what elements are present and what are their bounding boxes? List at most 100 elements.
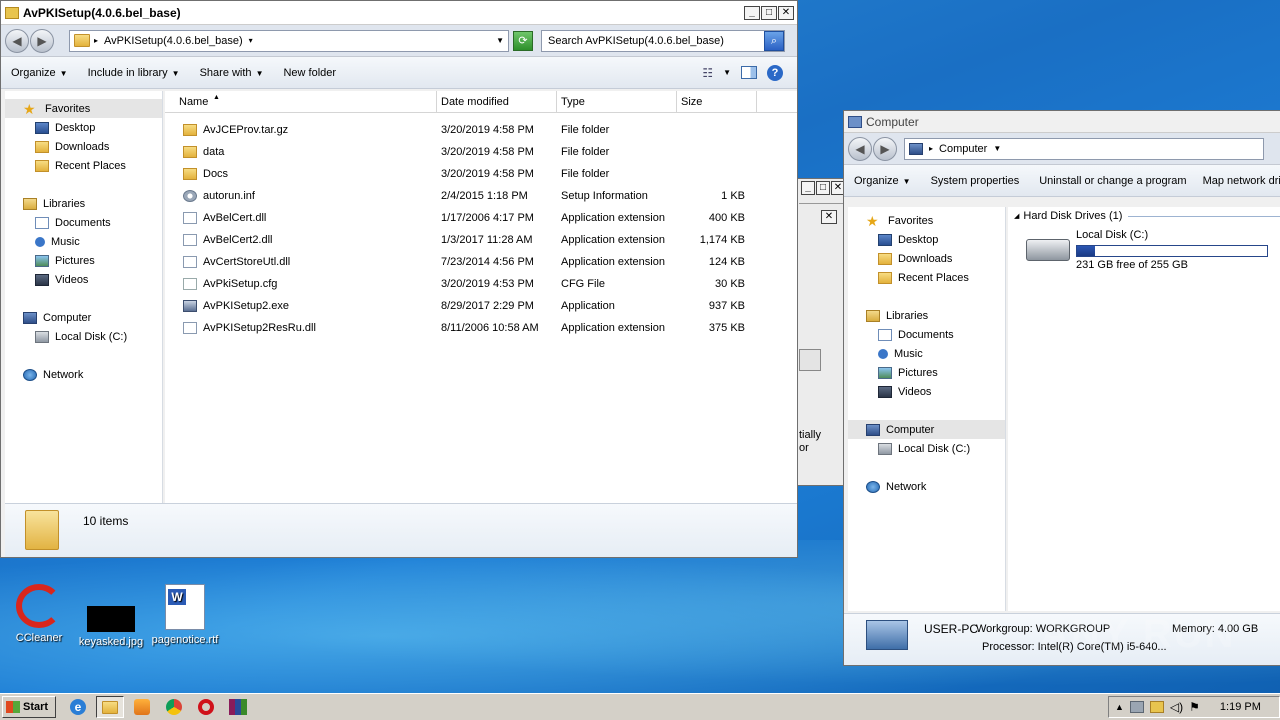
nav-pictures[interactable]: Pictures — [848, 363, 1005, 382]
address-bar: ◀ ▶ ▸ AvPKISetup(4.0.6.bel_base) ▾ ▼ ⟳ S… — [1, 25, 797, 57]
back-button[interactable]: ◀ — [848, 136, 872, 161]
nav-videos[interactable]: Videos — [848, 382, 1005, 401]
start-button[interactable]: Start — [2, 696, 56, 718]
forward-button[interactable]: ▶ — [30, 28, 54, 53]
uninstall-button[interactable]: Uninstall or change a program — [1039, 175, 1186, 187]
close-button[interactable]: ✕ — [778, 5, 794, 20]
address-box[interactable]: ▸ AvPKISetup(4.0.6.bel_base) ▾ ▼ — [69, 29, 509, 52]
network-tray-icon[interactable] — [1129, 701, 1144, 713]
organize-button[interactable]: Organize ▼ — [854, 175, 911, 187]
file-row[interactable]: AvBelCert.dll 1/17/2006 4:17 PM Applicatio… — [165, 207, 797, 229]
back-button[interactable]: ◀ — [5, 28, 29, 53]
nav-desktop[interactable]: Desktop — [5, 118, 162, 137]
group-header[interactable]: ◢ Hard Disk Drives (1) — [1014, 207, 1280, 225]
nav-music[interactable]: Music — [5, 232, 162, 251]
dialog-button[interactable] — [799, 349, 821, 371]
chevron-down-icon[interactable]: ▼ — [723, 68, 731, 77]
warning-tray-icon[interactable] — [1149, 701, 1164, 713]
file-row[interactable]: data 3/20/2019 4:58 PM File folder — [165, 141, 797, 163]
nav-favorites[interactable]: ★ Favorites — [848, 211, 1005, 230]
dll-icon — [183, 234, 197, 246]
file-row[interactable]: AvPkiSetup.cfg 3/20/2019 4:53 PM CFG File 3… — [165, 273, 797, 295]
preview-pane-icon[interactable] — [741, 66, 757, 79]
show-hidden-icons[interactable]: ▲ — [1115, 702, 1124, 712]
search-input[interactable]: Search AvPKISetup(4.0.6.bel_base) ⌕ — [541, 29, 785, 52]
background-dialog-buttons: _ □ ✕ — [801, 181, 845, 195]
drive-item[interactable]: Local Disk (C:) 231 GB free of 255 GB — [1022, 229, 1280, 273]
nav-network[interactable]: Network — [5, 365, 162, 384]
file-row[interactable]: AvCertStoreUtl.dll 7/23/2014 4:56 PM Appli… — [165, 251, 797, 273]
organize-button[interactable]: Organize ▼ — [11, 67, 68, 79]
drive-usage-bar — [1076, 245, 1268, 257]
file-type: CFG File — [561, 278, 605, 290]
windows-explorer-icon[interactable] — [96, 696, 124, 718]
file-row[interactable]: AvPKISetup2.exe 8/29/2017 2:29 PM Applicat… — [165, 295, 797, 317]
address-box[interactable]: ▸ Computer ▼ — [904, 137, 1264, 160]
chevron-down-icon[interactable]: ▼ — [993, 144, 1001, 153]
volume-tray-icon[interactable]: ◁) — [1170, 700, 1183, 714]
minimize-button[interactable]: _ — [744, 5, 760, 20]
file-name-cell: AvJCEProv.tar.gz — [165, 124, 437, 136]
nav-desktop[interactable]: Desktop — [848, 230, 1005, 249]
nav-recent-places[interactable]: Recent Places — [848, 268, 1005, 287]
internet-explorer-icon[interactable]: e — [64, 696, 92, 718]
nav-downloads[interactable]: Downloads — [5, 137, 162, 156]
file-row[interactable]: AvJCEProv.tar.gz 3/20/2019 4:58 PM File fo… — [165, 119, 797, 141]
nav-documents[interactable]: Documents — [5, 213, 162, 232]
action-center-flag-icon[interactable]: ⚑ — [1189, 700, 1200, 714]
explorer-window[interactable]: AvPKISetup(4.0.6.bel_base) _ □ ✕ ◀ ▶ ▸ A… — [0, 0, 798, 558]
nav-recent-places[interactable]: Recent Places — [5, 156, 162, 175]
file-row[interactable]: Docs 3/20/2019 4:58 PM File folder — [165, 163, 797, 185]
background-dialog[interactable]: _ □ ✕ ✕ tially or — [796, 178, 848, 486]
system-properties-button[interactable]: System properties — [931, 175, 1020, 187]
media-player-icon[interactable] — [128, 696, 156, 718]
file-row[interactable]: autorun.inf 2/4/2015 1:18 PM Setup Informa… — [165, 185, 797, 207]
title-bar[interactable]: Computer — [844, 111, 1280, 133]
maximize-button[interactable]: □ — [761, 5, 777, 20]
computer-window[interactable]: Computer ◀ ▶ ▸ Computer ▼ Organize ▼ Syst… — [843, 110, 1280, 666]
nav-libraries[interactable]: Libraries — [5, 194, 162, 213]
help-icon[interactable]: ? — [767, 64, 783, 81]
chrome-icon[interactable] — [160, 696, 188, 718]
pc-name: USER-PC — [924, 622, 979, 636]
include-in-library-button[interactable]: Include in library ▼ — [88, 67, 180, 79]
nav-music[interactable]: Music — [848, 344, 1005, 363]
file-row[interactable]: AvBelCert2.dll 1/3/2017 11:28 AM Applicati… — [165, 229, 797, 251]
search-icon[interactable]: ⌕ — [764, 30, 784, 51]
file-row[interactable]: AvPKISetup2ResRu.dll 8/11/2006 10:58 AM Ap… — [165, 317, 797, 339]
refresh-button[interactable]: ⟳ — [513, 30, 533, 51]
column-size[interactable]: Size — [677, 91, 757, 112]
desktop-icon-label: CCleaner — [15, 632, 63, 644]
share-with-button[interactable]: Share with ▼ — [200, 67, 264, 79]
command-bar: Organize ▼ System properties Uninstall or… — [844, 165, 1280, 197]
nav-favorites[interactable]: ★ Favorites — [5, 99, 162, 118]
desktop-icon-pagenotice[interactable]: W pagenotice.rtf — [148, 584, 222, 646]
nav-downloads[interactable]: Downloads — [848, 249, 1005, 268]
opera-icon[interactable] — [192, 696, 220, 718]
nav-local-disk[interactable]: Local Disk (C:) — [5, 327, 162, 346]
desktop-icon-keyasked[interactable]: keyasked.jpg — [74, 584, 148, 648]
close-icon[interactable]: ✕ — [821, 210, 837, 224]
column-name[interactable]: Name ▲ — [165, 91, 437, 112]
nav-documents[interactable]: Documents — [848, 325, 1005, 344]
nav-local-disk[interactable]: Local Disk (C:) — [848, 439, 1005, 458]
desktop-icon-ccleaner[interactable]: CCleaner — [2, 584, 76, 644]
nav-computer[interactable]: Computer — [5, 308, 162, 327]
map-network-drive-button[interactable]: Map network dri — [1203, 175, 1280, 187]
nav-computer[interactable]: Computer — [848, 420, 1005, 439]
title-bar[interactable]: AvPKISetup(4.0.6.bel_base) _ □ ✕ — [1, 1, 797, 25]
new-folder-button[interactable]: New folder — [283, 67, 336, 79]
nav-videos[interactable]: Videos — [5, 270, 162, 289]
forward-button[interactable]: ▶ — [873, 136, 897, 161]
column-date-modified[interactable]: Date modified — [437, 91, 557, 112]
address-dropdown-icon[interactable]: ▼ — [496, 36, 504, 45]
nav-network[interactable]: Network — [848, 477, 1005, 496]
column-type[interactable]: Type — [557, 91, 677, 112]
nav-pictures[interactable]: Pictures — [5, 251, 162, 270]
address-text: AvPKISetup(4.0.6.bel_base) — [104, 34, 243, 47]
exe-icon — [183, 300, 197, 312]
winrar-icon[interactable] — [224, 696, 252, 718]
view-options-icon[interactable]: ☷ — [702, 66, 713, 80]
nav-libraries[interactable]: Libraries — [848, 306, 1005, 325]
clock[interactable]: 1:19 PM — [1220, 701, 1261, 713]
